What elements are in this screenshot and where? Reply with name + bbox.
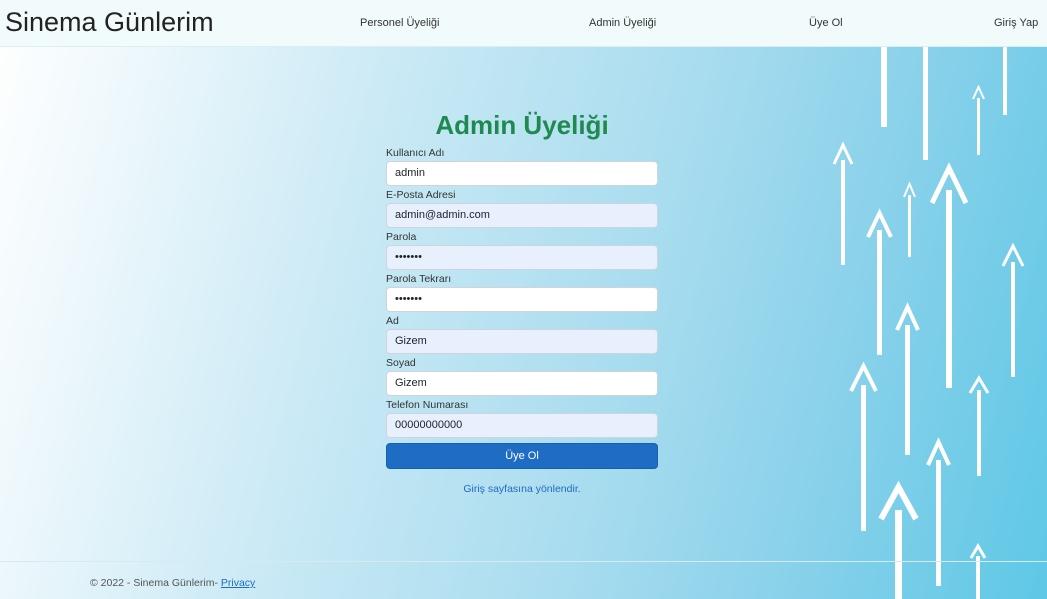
password-label: Parola [386, 231, 417, 243]
nav-personel-uyeligi[interactable]: Personel Üyeliği [360, 15, 439, 31]
password-field[interactable]: ••••••• [386, 245, 658, 270]
brand-logo[interactable]: Sinema Günlerim [5, 5, 214, 39]
username-label: Kullanıcı Adı [386, 147, 445, 159]
top-navbar: Sinema Günlerim Personel Üyeliği Admin Ü… [0, 0, 1047, 47]
admin-signup-form: Kullanıcı Adı admin E-Posta Adresi admin… [386, 146, 658, 469]
privacy-link[interactable]: Privacy [221, 577, 255, 589]
nav-admin-uyeligi[interactable]: Admin Üyeliği [589, 15, 656, 31]
login-redirect-link[interactable]: Giriş sayfasına yönlendir. [386, 482, 658, 496]
footer: © 2022 - Sinema Günlerim- Privacy [0, 561, 1047, 599]
phone-label: Telefon Numarası [386, 399, 469, 411]
footer-text: © 2022 - Sinema Günlerim- Privacy [90, 576, 255, 590]
password-confirm-field[interactable]: ••••••• [386, 287, 658, 312]
page-title: Admin Üyeliği [435, 110, 609, 141]
username-field[interactable]: admin [386, 161, 658, 186]
last-name-label: Soyad [386, 357, 416, 369]
nav-uye-ol[interactable]: Üye Ol [809, 15, 843, 31]
signup-button[interactable]: Üye Ol [386, 443, 658, 469]
email-field[interactable]: admin@admin.com [386, 203, 658, 228]
password-confirm-label: Parola Tekrarı [386, 273, 452, 285]
copyright-text: © 2022 - Sinema Günlerim- [90, 577, 221, 589]
phone-field[interactable]: 00000000000 [386, 413, 658, 438]
email-label: E-Posta Adresi [386, 189, 456, 201]
last-name-field[interactable]: Gizem [386, 371, 658, 396]
first-name-field[interactable]: Gizem [386, 329, 658, 354]
first-name-label: Ad [386, 315, 399, 327]
nav-giris-yap[interactable]: Giriş Yap [994, 15, 1038, 31]
